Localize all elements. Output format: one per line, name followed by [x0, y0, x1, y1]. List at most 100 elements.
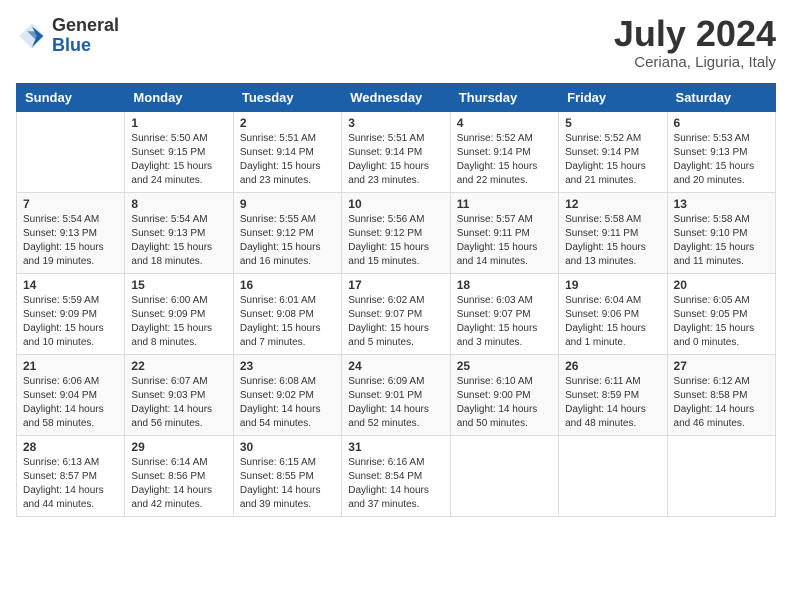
day-cell: 5 Sunrise: 5:52 AM Sunset: 9:14 PM Daylig…	[559, 112, 667, 193]
day-number: 19	[565, 278, 660, 292]
day-number: 25	[457, 359, 552, 373]
day-number: 28	[23, 440, 118, 454]
day-info: Sunrise: 6:08 AM Sunset: 9:02 PM Dayligh…	[240, 375, 335, 431]
day-cell: 27 Sunrise: 6:12 AM Sunset: 8:58 PM Dayli…	[667, 355, 775, 436]
day-cell: 19 Sunrise: 6:04 AM Sunset: 9:06 PM Dayli…	[559, 274, 667, 355]
day-number: 13	[674, 197, 769, 211]
day-number: 2	[240, 116, 335, 130]
day-cell: 9Sunrise: 5:55 AM Sunset: 9:12 PM Daylig…	[233, 193, 341, 274]
day-number: 1	[131, 116, 226, 130]
day-number: 5	[565, 116, 660, 130]
day-info: Sunrise: 5:59 AM Sunset: 9:09 PM Dayligh…	[23, 294, 118, 350]
day-number: 30	[240, 440, 335, 454]
day-info: Sunrise: 6:03 AM Sunset: 9:07 PM Dayligh…	[457, 294, 552, 350]
day-number: 29	[131, 440, 226, 454]
day-number: 10	[348, 197, 443, 211]
day-number: 16	[240, 278, 335, 292]
week-row-2: 7 Sunrise: 5:54 AM Sunset: 9:13 PM Daylig…	[17, 193, 776, 274]
weekday-header-wednesday: Wednesday	[342, 84, 450, 112]
day-number: 23	[240, 359, 335, 373]
day-cell: 31 Sunrise: 6:16 AM Sunset: 8:54 PM Dayli…	[342, 436, 450, 517]
day-info: Sunrise: 5:52 AM Sunset: 9:14 PM Dayligh…	[457, 132, 552, 188]
logo-blue-text: Blue	[52, 36, 119, 56]
location-title: Ceriana, Liguria, Italy	[614, 54, 776, 71]
day-info: Sunrise: 5:52 AM Sunset: 9:14 PM Dayligh…	[565, 132, 660, 188]
day-number: 18	[457, 278, 552, 292]
day-info: Sunrise: 5:50 AM Sunset: 9:15 PM Dayligh…	[131, 132, 226, 188]
week-row-4: 21 Sunrise: 6:06 AM Sunset: 9:04 PM Dayli…	[17, 355, 776, 436]
day-info: Sunrise: 6:16 AM Sunset: 8:54 PM Dayligh…	[348, 456, 443, 512]
day-number: 31	[348, 440, 443, 454]
weekday-header-saturday: Saturday	[667, 84, 775, 112]
day-number: 17	[348, 278, 443, 292]
day-cell: 23 Sunrise: 6:08 AM Sunset: 9:02 PM Dayli…	[233, 355, 341, 436]
day-info: Sunrise: 6:11 AM Sunset: 8:59 PM Dayligh…	[565, 375, 660, 431]
day-info: Sunrise: 6:07 AM Sunset: 9:03 PM Dayligh…	[131, 375, 226, 431]
day-info: Sunrise: 6:06 AM Sunset: 9:04 PM Dayligh…	[23, 375, 118, 431]
day-cell: 16 Sunrise: 6:01 AM Sunset: 9:08 PM Dayli…	[233, 274, 341, 355]
day-cell: 14Sunrise: 5:59 AM Sunset: 9:09 PM Dayli…	[17, 274, 125, 355]
day-cell: 13Sunrise: 5:58 AM Sunset: 9:10 PM Dayli…	[667, 193, 775, 274]
day-cell: 18 Sunrise: 6:03 AM Sunset: 9:07 PM Dayli…	[450, 274, 558, 355]
month-title: July 2024	[614, 16, 776, 52]
day-cell: 20Sunrise: 6:05 AM Sunset: 9:05 PM Dayli…	[667, 274, 775, 355]
day-cell: 4Sunrise: 5:52 AM Sunset: 9:14 PM Daylig…	[450, 112, 558, 193]
week-row-5: 28 Sunrise: 6:13 AM Sunset: 8:57 PM Dayli…	[17, 436, 776, 517]
day-info: Sunrise: 5:58 AM Sunset: 9:11 PM Dayligh…	[565, 213, 660, 269]
day-number: 22	[131, 359, 226, 373]
day-number: 11	[457, 197, 552, 211]
day-cell: 29 Sunrise: 6:14 AM Sunset: 8:56 PM Dayli…	[125, 436, 233, 517]
day-info: Sunrise: 6:05 AM Sunset: 9:05 PM Dayligh…	[674, 294, 769, 350]
weekday-header-sunday: Sunday	[17, 84, 125, 112]
day-cell	[17, 112, 125, 193]
day-cell	[559, 436, 667, 517]
day-info: Sunrise: 5:51 AM Sunset: 9:14 PM Dayligh…	[348, 132, 443, 188]
day-cell: 3 Sunrise: 5:51 AM Sunset: 9:14 PM Daylig…	[342, 112, 450, 193]
weekday-header-tuesday: Tuesday	[233, 84, 341, 112]
day-info: Sunrise: 6:15 AM Sunset: 8:55 PM Dayligh…	[240, 456, 335, 512]
day-cell: 17 Sunrise: 6:02 AM Sunset: 9:07 PM Dayli…	[342, 274, 450, 355]
day-cell: 21 Sunrise: 6:06 AM Sunset: 9:04 PM Dayli…	[17, 355, 125, 436]
day-number: 21	[23, 359, 118, 373]
weekday-header-friday: Friday	[559, 84, 667, 112]
day-cell: 25 Sunrise: 6:10 AM Sunset: 9:00 PM Dayli…	[450, 355, 558, 436]
day-info: Sunrise: 6:02 AM Sunset: 9:07 PM Dayligh…	[348, 294, 443, 350]
logo-icon	[16, 20, 48, 52]
logo-general-text: General	[52, 16, 119, 36]
day-number: 7	[23, 197, 118, 211]
day-cell: 26Sunrise: 6:11 AM Sunset: 8:59 PM Dayli…	[559, 355, 667, 436]
day-info: Sunrise: 6:04 AM Sunset: 9:06 PM Dayligh…	[565, 294, 660, 350]
day-info: Sunrise: 6:13 AM Sunset: 8:57 PM Dayligh…	[23, 456, 118, 512]
day-info: Sunrise: 6:10 AM Sunset: 9:00 PM Dayligh…	[457, 375, 552, 431]
day-cell: 22 Sunrise: 6:07 AM Sunset: 9:03 PM Dayli…	[125, 355, 233, 436]
day-info: Sunrise: 5:51 AM Sunset: 9:14 PM Dayligh…	[240, 132, 335, 188]
logo-text: General Blue	[52, 16, 119, 56]
day-info: Sunrise: 6:12 AM Sunset: 8:58 PM Dayligh…	[674, 375, 769, 431]
day-number: 6	[674, 116, 769, 130]
day-info: Sunrise: 5:53 AM Sunset: 9:13 PM Dayligh…	[674, 132, 769, 188]
day-cell: 28 Sunrise: 6:13 AM Sunset: 8:57 PM Dayli…	[17, 436, 125, 517]
day-info: Sunrise: 5:54 AM Sunset: 9:13 PM Dayligh…	[131, 213, 226, 269]
day-info: Sunrise: 6:14 AM Sunset: 8:56 PM Dayligh…	[131, 456, 226, 512]
logo: General Blue	[16, 16, 119, 56]
day-number: 27	[674, 359, 769, 373]
day-info: Sunrise: 6:01 AM Sunset: 9:08 PM Dayligh…	[240, 294, 335, 350]
day-info: Sunrise: 6:09 AM Sunset: 9:01 PM Dayligh…	[348, 375, 443, 431]
day-cell: 10 Sunrise: 5:56 AM Sunset: 9:12 PM Dayli…	[342, 193, 450, 274]
day-number: 15	[131, 278, 226, 292]
day-number: 8	[131, 197, 226, 211]
weekday-header-monday: Monday	[125, 84, 233, 112]
day-info: Sunrise: 5:56 AM Sunset: 9:12 PM Dayligh…	[348, 213, 443, 269]
day-cell: 8 Sunrise: 5:54 AM Sunset: 9:13 PM Daylig…	[125, 193, 233, 274]
day-info: Sunrise: 5:54 AM Sunset: 9:13 PM Dayligh…	[23, 213, 118, 269]
day-cell	[667, 436, 775, 517]
day-cell: 12Sunrise: 5:58 AM Sunset: 9:11 PM Dayli…	[559, 193, 667, 274]
day-cell: 15Sunrise: 6:00 AM Sunset: 9:09 PM Dayli…	[125, 274, 233, 355]
day-cell: 30 Sunrise: 6:15 AM Sunset: 8:55 PM Dayli…	[233, 436, 341, 517]
day-cell: 6 Sunrise: 5:53 AM Sunset: 9:13 PM Daylig…	[667, 112, 775, 193]
weekday-header-thursday: Thursday	[450, 84, 558, 112]
day-number: 3	[348, 116, 443, 130]
day-cell: 24Sunrise: 6:09 AM Sunset: 9:01 PM Dayli…	[342, 355, 450, 436]
day-number: 9	[240, 197, 335, 211]
weekday-header-row: SundayMondayTuesdayWednesdayThursdayFrid…	[17, 84, 776, 112]
